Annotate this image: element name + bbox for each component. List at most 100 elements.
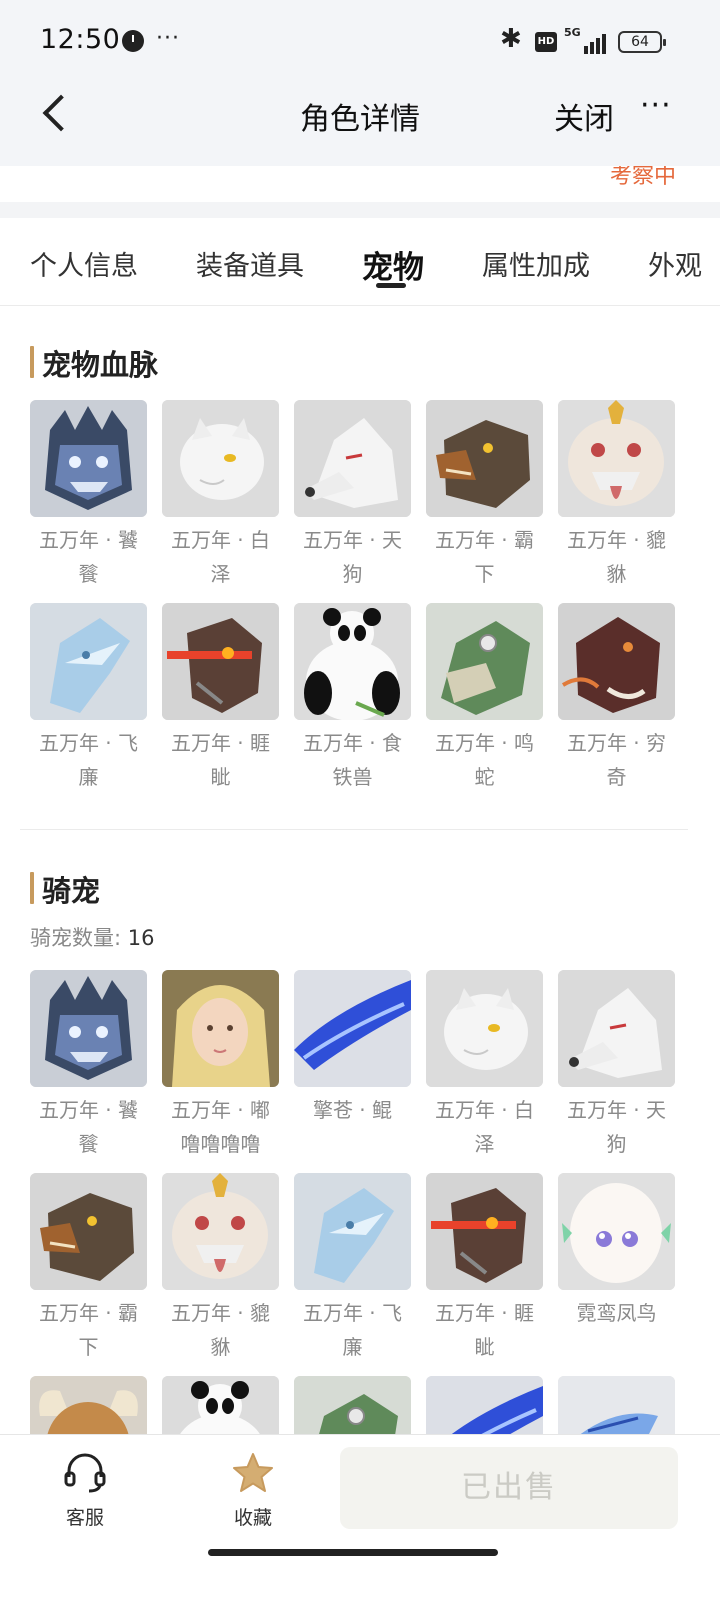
- battery-icon: 64: [618, 31, 666, 53]
- feilian-portrait-icon: [30, 603, 147, 720]
- tab-equipment[interactable]: 装备道具: [196, 244, 304, 283]
- pet-bloodline-item[interactable]: 五万年 · 貔貅: [558, 400, 675, 591]
- mount-item-name: 五万年 · 白泽: [434, 1098, 535, 1156]
- pet-bloodline-item[interactable]: 五万年 · 白泽: [162, 400, 279, 591]
- customer-service-button[interactable]: 客服: [40, 1451, 130, 1530]
- star-icon: [229, 1451, 277, 1495]
- mount-item[interactable]: 五万年 · 天狗: [558, 970, 675, 1161]
- pet-bloodline-item-name: 五万年 · 鸣蛇: [434, 731, 535, 789]
- bluetooth-icon: ✱: [500, 24, 522, 54]
- pet-bloodline-item-name: 五万年 · 饕餮: [38, 528, 139, 586]
- pixiu-portrait-icon: [162, 1173, 279, 1290]
- pet-bloodline-item[interactable]: 五万年 · 鸣蛇: [426, 603, 543, 794]
- mounts-title: 骑宠: [30, 868, 100, 910]
- mount-item-name: 擎苍 · 鲲: [312, 1098, 393, 1122]
- pet-bloodline-item[interactable]: 五万年 · 穷奇: [558, 603, 675, 794]
- close-button[interactable]: 关闭: [554, 94, 614, 138]
- mounts-grid: 五万年 · 饕餮 五万年 · 嘟噜噜噜噜 擎苍 · 鲲 五万年 · 白泽 五万年 · 天…: [30, 970, 690, 1434]
- status-more: ···: [156, 26, 180, 51]
- panda-portrait-icon: [294, 603, 411, 720]
- mount-item[interactable]: 五万年 · 飞廉: [294, 1173, 411, 1364]
- feilian-portrait-icon: [294, 1173, 411, 1290]
- active-tab-indicator: [376, 283, 406, 288]
- pet-bloodline-item[interactable]: 五万年 · 食铁兽: [294, 603, 411, 794]
- pet-bloodline-item[interactable]: 五万年 · 飞廉: [30, 603, 147, 794]
- section-gap: [0, 202, 720, 218]
- mount-item-name: 五万年 · 天狗: [566, 1098, 667, 1156]
- pet-bloodline-item-name: 五万年 · 白泽: [170, 528, 271, 586]
- girl-portrait-icon: [162, 970, 279, 1087]
- mount-item[interactable]: [558, 1376, 675, 1434]
- tab-bar: 个人信息 装备道具 宠物 属性加成 外观: [0, 218, 720, 306]
- mount-count: 骑宠数量: 16: [30, 922, 155, 952]
- baize-portrait-icon: [426, 970, 543, 1087]
- mount-item-name: 五万年 · 霸下: [38, 1301, 139, 1359]
- mount-item[interactable]: 五万年 · 嘟噜噜噜噜: [162, 970, 279, 1161]
- mount-item[interactable]: 五万年 · 睚眦: [426, 1173, 543, 1364]
- taotie-portrait-icon: [30, 970, 147, 1087]
- tab-appearance[interactable]: 外观: [648, 244, 702, 283]
- mount-item[interactable]: 擎苍 · 鲲: [294, 970, 411, 1127]
- bottom-action-bar: 客服 收藏 已出售: [0, 1434, 720, 1602]
- network-type: 5G: [564, 26, 581, 39]
- tab-personal-info[interactable]: 个人信息: [30, 244, 138, 283]
- baxia-portrait-icon: [426, 400, 543, 517]
- mount-item[interactable]: [162, 1376, 279, 1434]
- pet-bloodline-item-name: 五万年 · 天狗: [302, 528, 403, 586]
- mount-item[interactable]: 五万年 · 霸下: [30, 1173, 147, 1364]
- customer-service-label: 客服: [65, 1507, 104, 1529]
- pet-bloodline-item[interactable]: 五万年 · 霸下: [426, 400, 543, 591]
- mount-count-value: 16: [127, 926, 155, 950]
- mount-item[interactable]: 五万年 · 白泽: [426, 970, 543, 1161]
- tab-pets[interactable]: 宠物: [362, 242, 424, 287]
- home-indicator: [208, 1549, 498, 1556]
- sold-button[interactable]: 已出售: [340, 1447, 678, 1529]
- fish-portrait-icon: [558, 1376, 675, 1434]
- mount-item-name: 五万年 · 飞廉: [302, 1301, 403, 1359]
- previous-section-strip: 考察中: [0, 166, 720, 202]
- mount-item-name: 五万年 · 睚眦: [434, 1301, 535, 1359]
- mount-item[interactable]: [426, 1376, 543, 1434]
- mingshe-portrait-icon: [294, 1376, 411, 1434]
- tiangou-portrait-icon: [558, 970, 675, 1087]
- pixiu-portrait-icon: [558, 400, 675, 517]
- fengniao-portrait-icon: [558, 1173, 675, 1290]
- mingshe-portrait-icon: [426, 603, 543, 720]
- panda-portrait-icon: [162, 1376, 279, 1434]
- tiangou-portrait-icon: [294, 400, 411, 517]
- nav-bar: 角色详情 关闭 ···: [0, 80, 720, 146]
- kun-portrait-icon: [294, 970, 411, 1087]
- top-header: 12:50 ··· ✱ HD 5G 64 角色详情 关闭 ···: [0, 0, 720, 166]
- status-bar: 12:50 ··· ✱ HD 5G 64: [0, 0, 720, 86]
- pet-bloodline-item[interactable]: 五万年 · 睚眦: [162, 603, 279, 794]
- mount-item[interactable]: [30, 1376, 147, 1434]
- mount-item[interactable]: [294, 1376, 411, 1434]
- pet-bloodline-item[interactable]: 五万年 · 饕餮: [30, 400, 147, 591]
- mount-item[interactable]: 霓鸾凤鸟: [558, 1173, 675, 1330]
- section-divider: [20, 829, 688, 830]
- baize-portrait-icon: [162, 400, 279, 517]
- favorite-button[interactable]: 收藏: [208, 1451, 298, 1530]
- mount-item[interactable]: 五万年 · 貔貅: [162, 1173, 279, 1364]
- review-status-text: 考察中: [610, 166, 677, 189]
- pet-bloodline-item-name: 五万年 · 睚眦: [170, 731, 271, 789]
- hd-icon: HD: [535, 32, 557, 52]
- pet-bloodline-item-name: 五万年 · 霸下: [434, 528, 535, 586]
- taotie-portrait-icon: [30, 400, 147, 517]
- more-menu-button[interactable]: ···: [640, 88, 672, 123]
- pet-bloodline-item[interactable]: 五万年 · 天狗: [294, 400, 411, 591]
- favorite-label: 收藏: [233, 1507, 272, 1529]
- signal-icon: 5G: [564, 26, 608, 54]
- qiongqi-portrait-icon: [558, 603, 675, 720]
- pet-bloodline-item-name: 五万年 · 飞廉: [38, 731, 139, 789]
- mount-item[interactable]: 五万年 · 饕餮: [30, 970, 147, 1161]
- headset-icon: [61, 1451, 109, 1495]
- pet-bloodline-item-name: 五万年 · 貔貅: [566, 528, 667, 586]
- pet-bloodline-title: 宠物血脉: [30, 342, 158, 384]
- pet-bloodline-item-name: 五万年 · 穷奇: [566, 731, 667, 789]
- kun-portrait-icon: [426, 1376, 543, 1434]
- mount-count-label: 骑宠数量:: [30, 926, 122, 950]
- pet-bloodline-item-name: 五万年 · 食铁兽: [302, 731, 403, 789]
- clock-icon: [122, 30, 144, 52]
- tab-attributes[interactable]: 属性加成: [482, 244, 590, 283]
